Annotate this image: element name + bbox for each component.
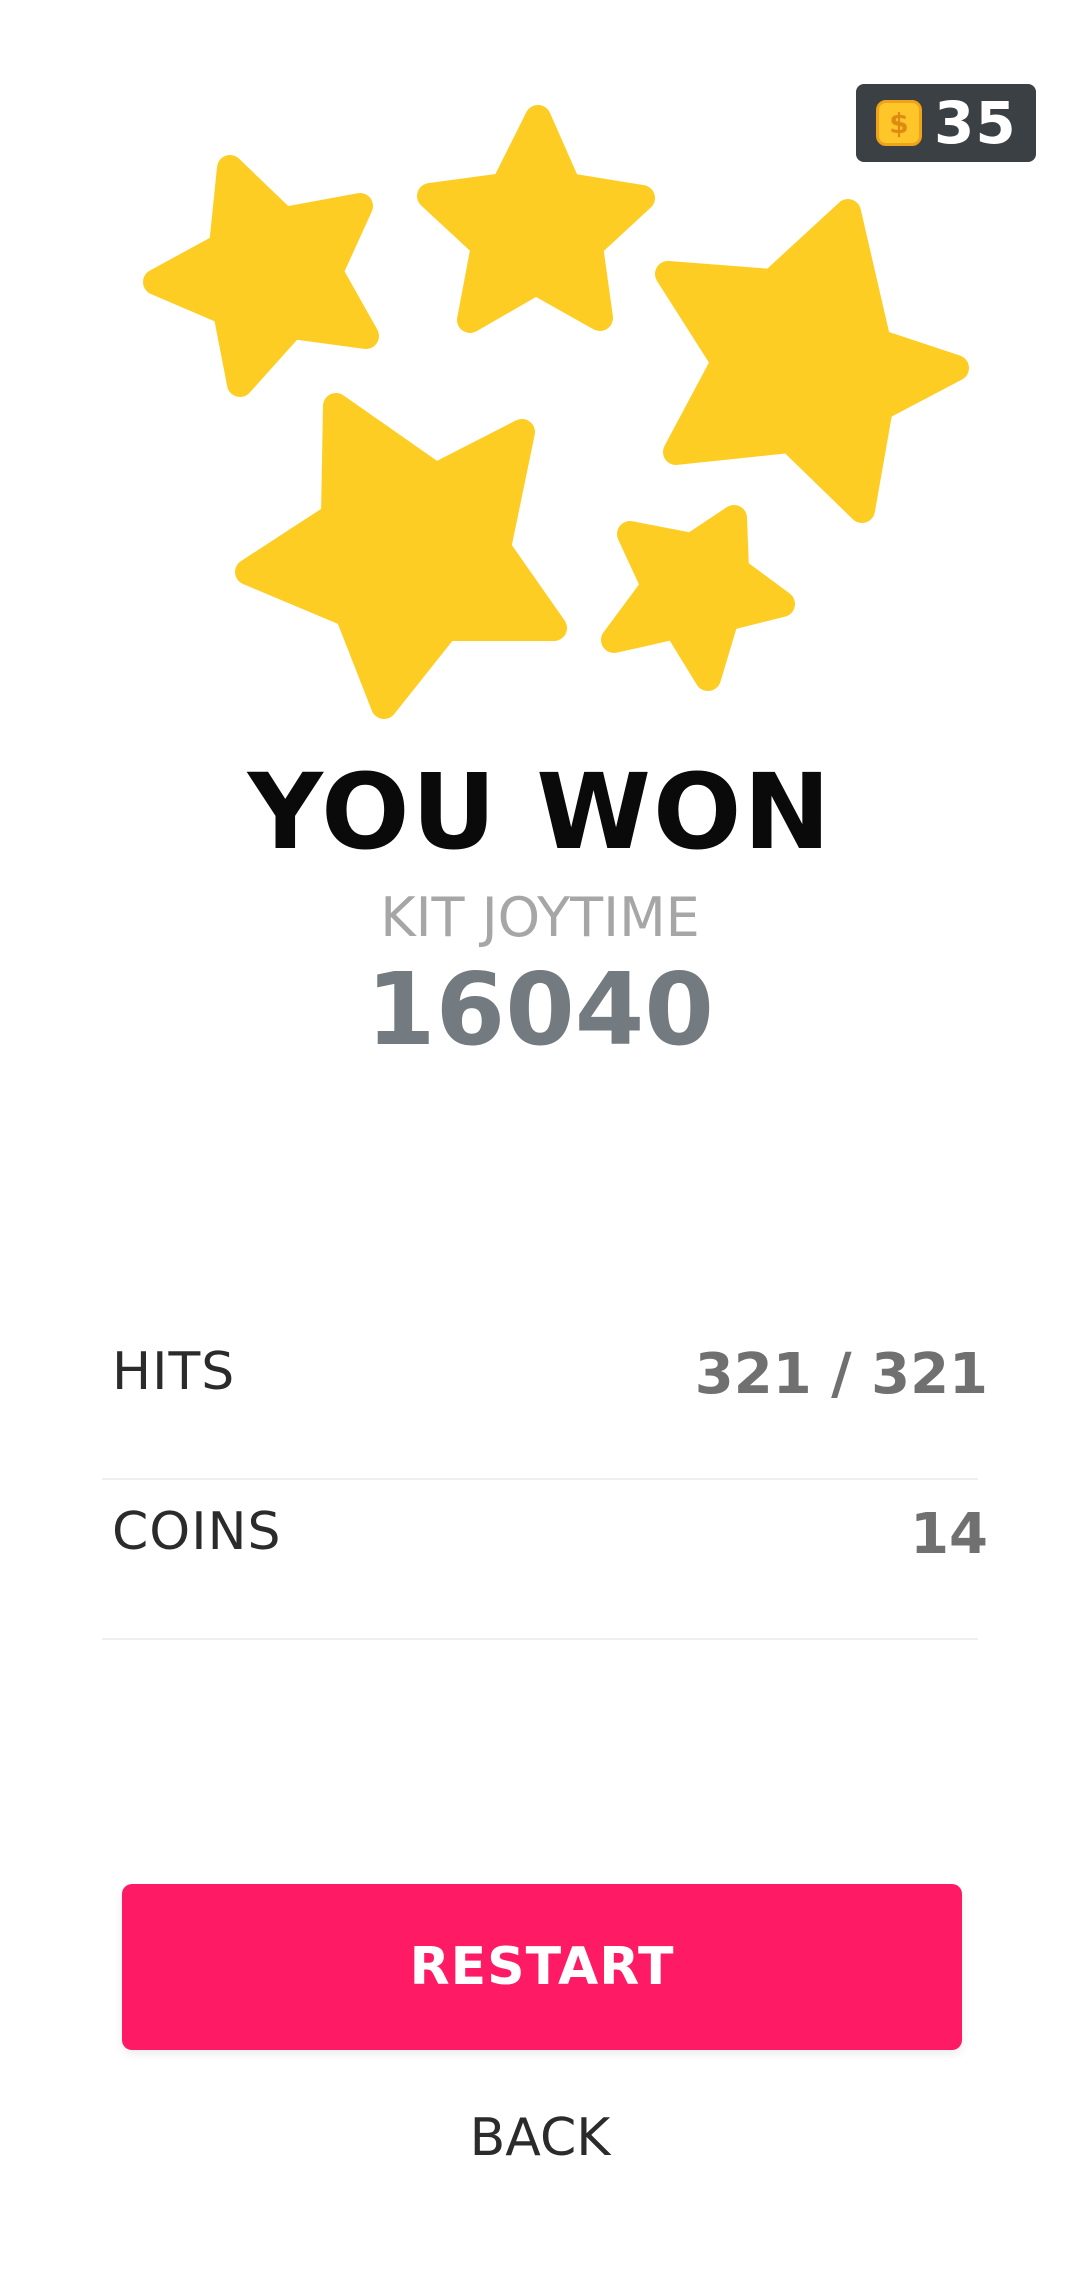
stat-row-hits: HITS 321 / 321 bbox=[102, 1340, 988, 1480]
stat-row-coins: COINS 14 bbox=[102, 1500, 988, 1640]
star-icon bbox=[235, 393, 567, 719]
level-name: KIT JOYTIME bbox=[380, 886, 700, 949]
star-icon bbox=[601, 505, 795, 691]
coin-icon: $ bbox=[876, 100, 922, 146]
hits-label: HITS bbox=[112, 1342, 236, 1402]
star-icon bbox=[417, 105, 655, 333]
coins-label: COINS bbox=[112, 1502, 282, 1562]
back-button[interactable]: BACK bbox=[0, 2108, 1080, 2168]
result-screen: $ 35 YOU WON KIT JOYTIME 16040 HITS 321 … bbox=[0, 0, 1080, 2280]
coins-value: 14 bbox=[910, 1502, 988, 1567]
restart-button[interactable]: RESTART bbox=[122, 1884, 962, 2050]
star-icon bbox=[655, 199, 969, 523]
coin-symbol: $ bbox=[889, 106, 909, 140]
result-title: YOU WON bbox=[247, 751, 833, 873]
coin-balance-badge: $ 35 bbox=[856, 84, 1036, 162]
coin-balance: 35 bbox=[934, 89, 1017, 157]
star-icon bbox=[143, 155, 379, 397]
hits-value: 321 / 321 bbox=[694, 1342, 988, 1407]
score-value: 16040 bbox=[366, 951, 714, 1068]
